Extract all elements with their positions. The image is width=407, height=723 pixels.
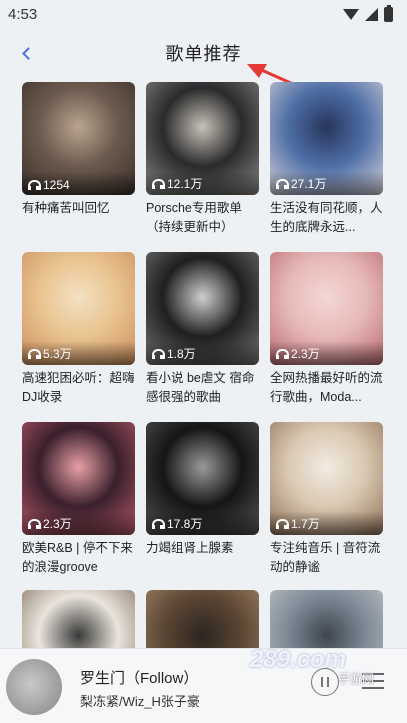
play-count-value: 2.3万	[43, 517, 72, 531]
playlist-cover[interactable]: 2.3万	[22, 422, 135, 535]
playlist-cover[interactable]: 17.8万	[146, 422, 259, 535]
playlist-card[interactable]: 2.3万欧美R&B | 停不下来的浪漫groove	[22, 422, 135, 577]
page-title: 歌单推荐	[165, 44, 242, 64]
playlist-title[interactable]: Porsche专用歌单（持续更新中）	[146, 199, 259, 237]
battery-icon	[384, 4, 393, 22]
watermark-logo: 289.com	[250, 646, 347, 673]
headphone-icon	[276, 178, 289, 189]
headphone-icon	[28, 518, 41, 529]
headphone-icon	[152, 178, 165, 189]
watermark-sub: 手游网	[338, 672, 375, 686]
play-count-value: 1.7万	[291, 517, 320, 531]
headphone-icon	[152, 348, 165, 359]
playlist-card[interactable]: 1.7万专注纯音乐 | 音符流动的静谧	[270, 422, 383, 577]
playlist-title[interactable]: 看小说 be虐文 宿命感很强的歌曲	[146, 369, 259, 407]
playlist-card[interactable]: 1254 有种痛苦叫回忆	[22, 82, 135, 237]
play-count: 12.1万	[152, 175, 202, 192]
header: 歌单推荐	[0, 28, 407, 78]
play-count-value: 1254	[43, 178, 70, 192]
song-artist[interactable]: 梨冻紧/Wiz_H张子豪	[80, 691, 200, 710]
status-icons	[343, 4, 393, 22]
play-count: 2.3万	[276, 345, 320, 362]
headphone-icon	[152, 518, 165, 529]
play-count-value: 17.8万	[167, 517, 203, 531]
playlist-cover[interactable]: 27.1万	[270, 82, 383, 195]
headphone-icon	[276, 348, 289, 359]
album-art[interactable]	[6, 659, 62, 715]
play-count: 5.3万	[28, 345, 72, 362]
playlist-cover[interactable]: 1254	[22, 82, 135, 195]
playlist-cover[interactable]: 1.7万	[270, 422, 383, 535]
headphone-icon	[28, 348, 41, 359]
play-count: 1.7万	[276, 515, 320, 532]
playlist-title[interactable]: 专注纯音乐 | 音符流动的静谧	[270, 539, 383, 577]
playlist-card[interactable]: 17.8万力竭组肾上腺素	[146, 422, 259, 577]
play-count: 27.1万	[276, 175, 326, 192]
playlist-card[interactable]: 5.3万高速犯困必听：超嗨DJ收录	[22, 252, 135, 407]
playlist-card[interactable]: 2.3万全网热播最好听的流行歌曲，Moda...	[270, 252, 383, 407]
playlist-cover[interactable]: 1.8万	[146, 252, 259, 365]
playlist-title[interactable]: 高速犯困必听：超嗨DJ收录	[22, 369, 135, 407]
play-count: 2.3万	[28, 515, 72, 532]
playlist-title[interactable]: 全网热播最好听的流行歌曲，Moda...	[270, 369, 383, 407]
play-count-value: 5.3万	[43, 347, 72, 361]
pause-icon-bar	[327, 677, 329, 687]
playlist-card[interactable]: 1.8万看小说 be虐文 宿命感很强的歌曲	[146, 252, 259, 407]
playlist-cover[interactable]: 5.3万	[22, 252, 135, 365]
play-count: 1254	[28, 178, 70, 192]
playlist-title[interactable]: 生活没有同花顺，人生的底牌永远...	[270, 199, 383, 237]
play-count: 1.8万	[152, 345, 196, 362]
playlist-cover[interactable]: 12.1万	[146, 82, 259, 195]
play-count-value: 27.1万	[291, 177, 327, 191]
headphone-icon	[28, 180, 41, 190]
play-count-value: 1.8万	[167, 347, 196, 361]
play-count-value: 2.3万	[291, 347, 320, 361]
play-count: 17.8万	[152, 515, 202, 532]
status-time: 4:53	[8, 5, 38, 23]
playlist-cover[interactable]: 2.3万	[270, 252, 383, 365]
song-title[interactable]: 罗生门（Follow）	[80, 667, 198, 688]
playlist-title[interactable]: 欧美R&B | 停不下来的浪漫groove	[22, 539, 135, 577]
playlist-card[interactable]: 27.1万生活没有同花顺，人生的底牌永远...	[270, 82, 383, 237]
pause-icon	[321, 677, 323, 687]
playlist-title[interactable]: 力竭组肾上腺素	[146, 539, 259, 577]
headphone-icon	[276, 518, 289, 529]
play-count-value: 12.1万	[167, 177, 203, 191]
playlist-title[interactable]: 有种痛苦叫回忆	[22, 199, 135, 237]
wifi-icon	[343, 8, 359, 20]
playlist-card[interactable]: 12.1万 Porsche专用歌单（持续更新中）	[146, 82, 259, 237]
signal-icon	[365, 7, 378, 21]
status-bar: 4:53	[0, 0, 407, 28]
